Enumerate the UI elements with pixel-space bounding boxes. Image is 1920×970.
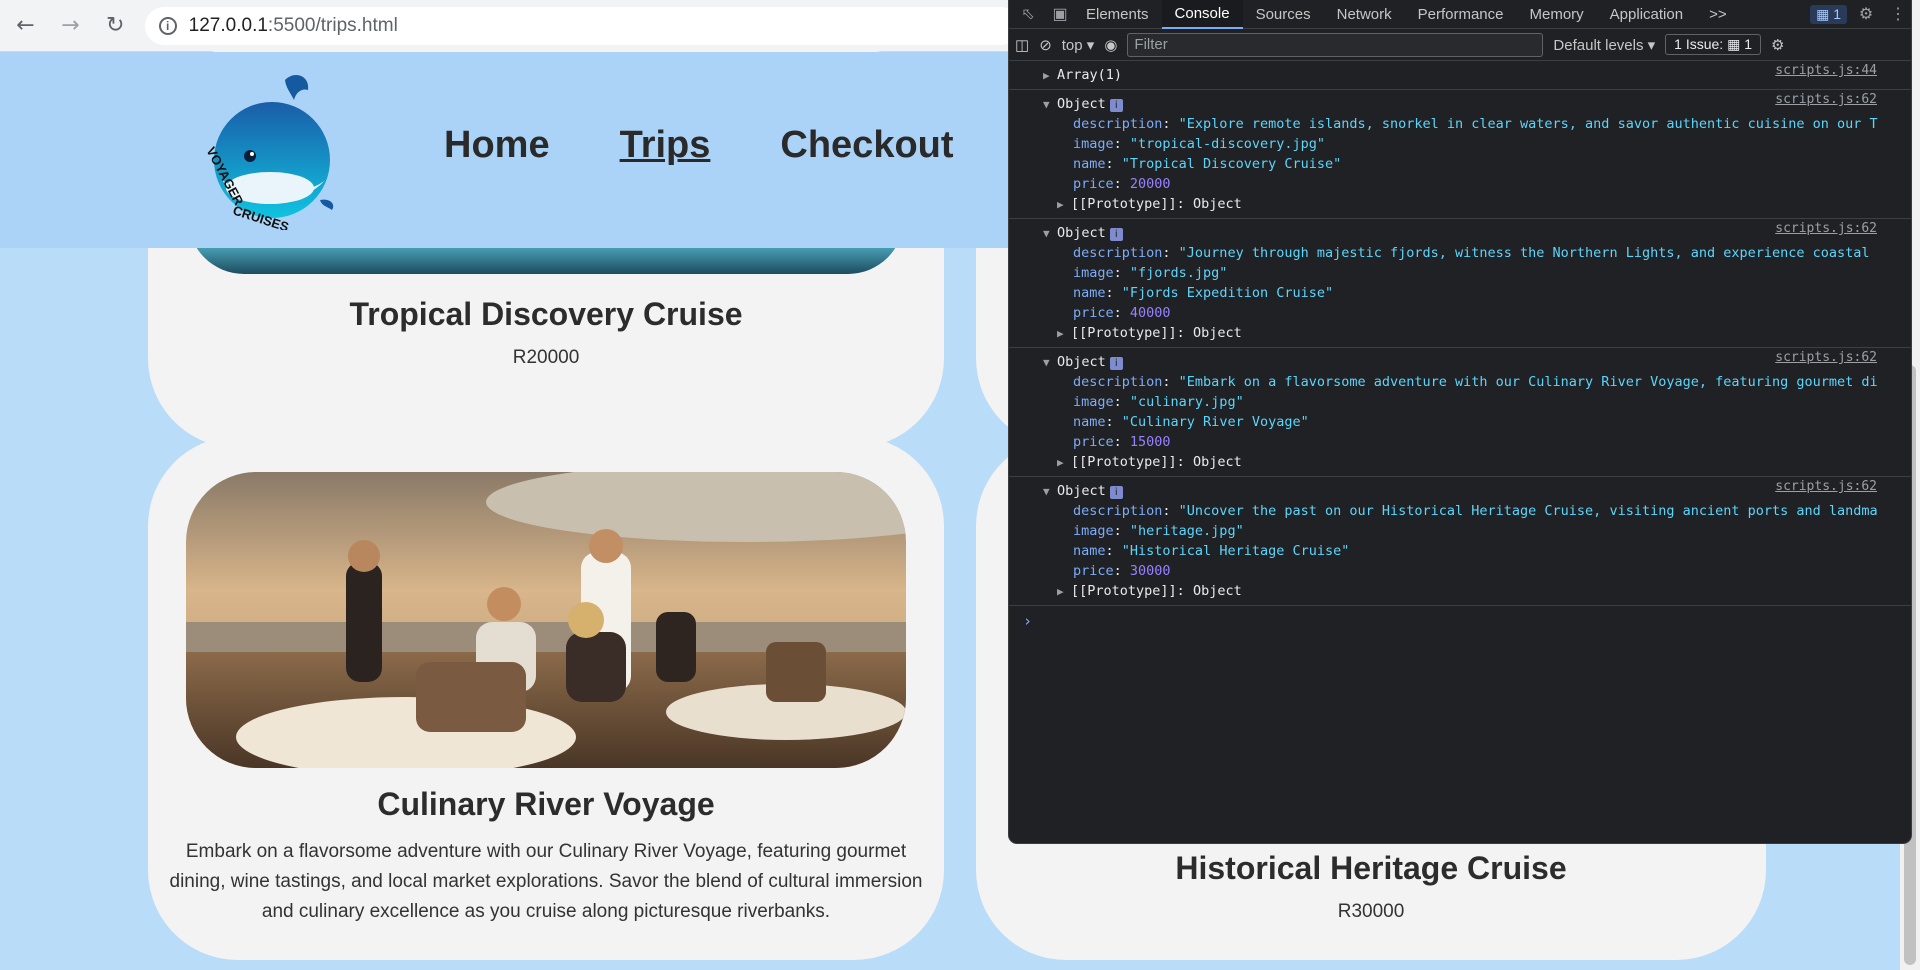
console-entry: scripts.js:62 ▼ Object i description: "Exp… [1009, 90, 1911, 219]
nav-checkout[interactable]: Checkout [780, 124, 953, 167]
site-info-icon[interactable]: i [158, 16, 177, 35]
trip-title: Tropical Discovery Cruise [349, 296, 743, 332]
tab-application[interactable]: Application [1597, 0, 1696, 29]
info-icon: i [1109, 228, 1123, 241]
console-entry: scripts.js:62 ▼ Object i description: "Jou… [1009, 219, 1911, 348]
trip-image [186, 472, 906, 768]
kebab-menu-icon[interactable]: ⋮ [1885, 1, 1911, 27]
back-arrow-icon[interactable]: ← [6, 6, 45, 46]
trip-title: Historical Heritage Cruise [1175, 850, 1567, 886]
devtools-panel: ⬁ ▣ Elements Console Sources Network Per… [1009, 0, 1911, 843]
forward-arrow-icon[interactable]: → [51, 6, 90, 46]
address-bar[interactable]: i 127.0.0.1:5500/trips.html [144, 6, 1021, 45]
url-path: :5500/trips.html [267, 14, 398, 36]
main-nav: Home Trips Checkout [444, 124, 954, 167]
sidebar-toggle-icon[interactable]: ◫ [1015, 36, 1029, 54]
console-entry: scripts.js:62 ▼ Object i description: "Unc… [1009, 477, 1911, 606]
context-select[interactable]: top ▾ [1062, 36, 1095, 54]
device-toggle-icon[interactable]: ▣ [1047, 1, 1073, 27]
source-link[interactable]: scripts.js:62 [1775, 92, 1877, 107]
nav-trips[interactable]: Trips [620, 124, 711, 167]
expand-caret-icon[interactable]: ▶ [1057, 453, 1071, 472]
tab-memory[interactable]: Memory [1517, 0, 1597, 29]
url-host: 127.0.0.1 [188, 14, 268, 36]
console-entry: scripts.js:44 ▶ Array(1) [1009, 61, 1911, 90]
trip-card: Culinary River Voyage Embark on a flavor… [148, 436, 944, 960]
source-link[interactable]: scripts.js:62 [1775, 479, 1877, 494]
expand-caret-icon[interactable]: ▶ [1043, 66, 1057, 85]
trip-title: Culinary River Voyage [377, 786, 715, 822]
console-toolbar: ◫ ⊘ top ▾ ◉ Filter Default levels ▾ 1 Is… [1009, 29, 1911, 61]
more-tabs-button[interactable]: >> [1696, 0, 1740, 29]
collapse-caret-icon[interactable]: ▼ [1043, 224, 1057, 243]
reload-icon[interactable]: ↻ [96, 6, 135, 46]
info-icon: i [1109, 486, 1123, 499]
collapse-caret-icon[interactable]: ▼ [1043, 482, 1057, 501]
devtools-tabbar: ⬁ ▣ Elements Console Sources Network Per… [1009, 0, 1911, 29]
expand-caret-icon[interactable]: ▶ [1057, 324, 1071, 343]
console-output: scripts.js:44 ▶ Array(1) scripts.js:62 ▼ O… [1009, 61, 1911, 636]
trip-price: R30000 [1337, 901, 1405, 922]
dining-deck-photo [186, 472, 906, 768]
issues-button[interactable]: 1 Issue: ▦ 1 [1665, 34, 1762, 55]
inspect-element-icon[interactable]: ⬁ [1015, 1, 1041, 27]
voyager-cruises-logo[interactable]: VOYAGER CRUISES [190, 70, 340, 235]
trip-description: Embark on a flavorsome adventure with ou… [169, 841, 923, 922]
nav-home[interactable]: Home [444, 124, 550, 167]
console-filter-input[interactable]: Filter [1127, 32, 1544, 57]
clear-console-icon[interactable]: ⊘ [1039, 36, 1052, 54]
expand-caret-icon[interactable]: ▶ [1057, 582, 1071, 601]
log-levels-dropdown[interactable]: Default levels ▾ [1553, 36, 1655, 54]
messages-badge[interactable]: ▦ 1 [1810, 4, 1847, 24]
trip-price: R20000 [512, 347, 580, 368]
console-entry: scripts.js:62 ▼ Object i description: "Emb… [1009, 348, 1911, 477]
source-link[interactable]: scripts.js:44 [1775, 63, 1877, 78]
collapse-caret-icon[interactable]: ▼ [1043, 353, 1057, 372]
console-settings-icon[interactable]: ⚙ [1771, 36, 1784, 54]
info-icon: i [1109, 357, 1123, 370]
console-prompt[interactable]: › [1009, 606, 1911, 636]
info-icon: i [1109, 99, 1123, 112]
source-link[interactable]: scripts.js:62 [1775, 221, 1877, 236]
expand-caret-icon[interactable]: ▶ [1057, 195, 1071, 214]
live-expression-eye-icon[interactable]: ◉ [1104, 36, 1117, 54]
settings-gear-icon[interactable]: ⚙ [1853, 1, 1879, 27]
collapse-caret-icon[interactable]: ▼ [1043, 95, 1057, 114]
whale-logo-icon: VOYAGER CRUISES [203, 75, 334, 235]
page: ← → ↻ i 127.0.0.1:5500/trips.html Tropic… [0, 0, 1920, 970]
browser-toolbar: ← → ↻ i 127.0.0.1:5500/trips.html [0, 0, 1021, 52]
source-link[interactable]: scripts.js:62 [1775, 350, 1877, 365]
tab-network[interactable]: Network [1324, 0, 1405, 29]
tab-performance[interactable]: Performance [1405, 0, 1517, 29]
tab-console[interactable]: Console [1161, 0, 1243, 29]
site-header: VOYAGER CRUISES Home Trips Checkout [0, 52, 1020, 248]
tab-sources[interactable]: Sources [1243, 0, 1324, 29]
tab-elements[interactable]: Elements [1073, 0, 1162, 29]
